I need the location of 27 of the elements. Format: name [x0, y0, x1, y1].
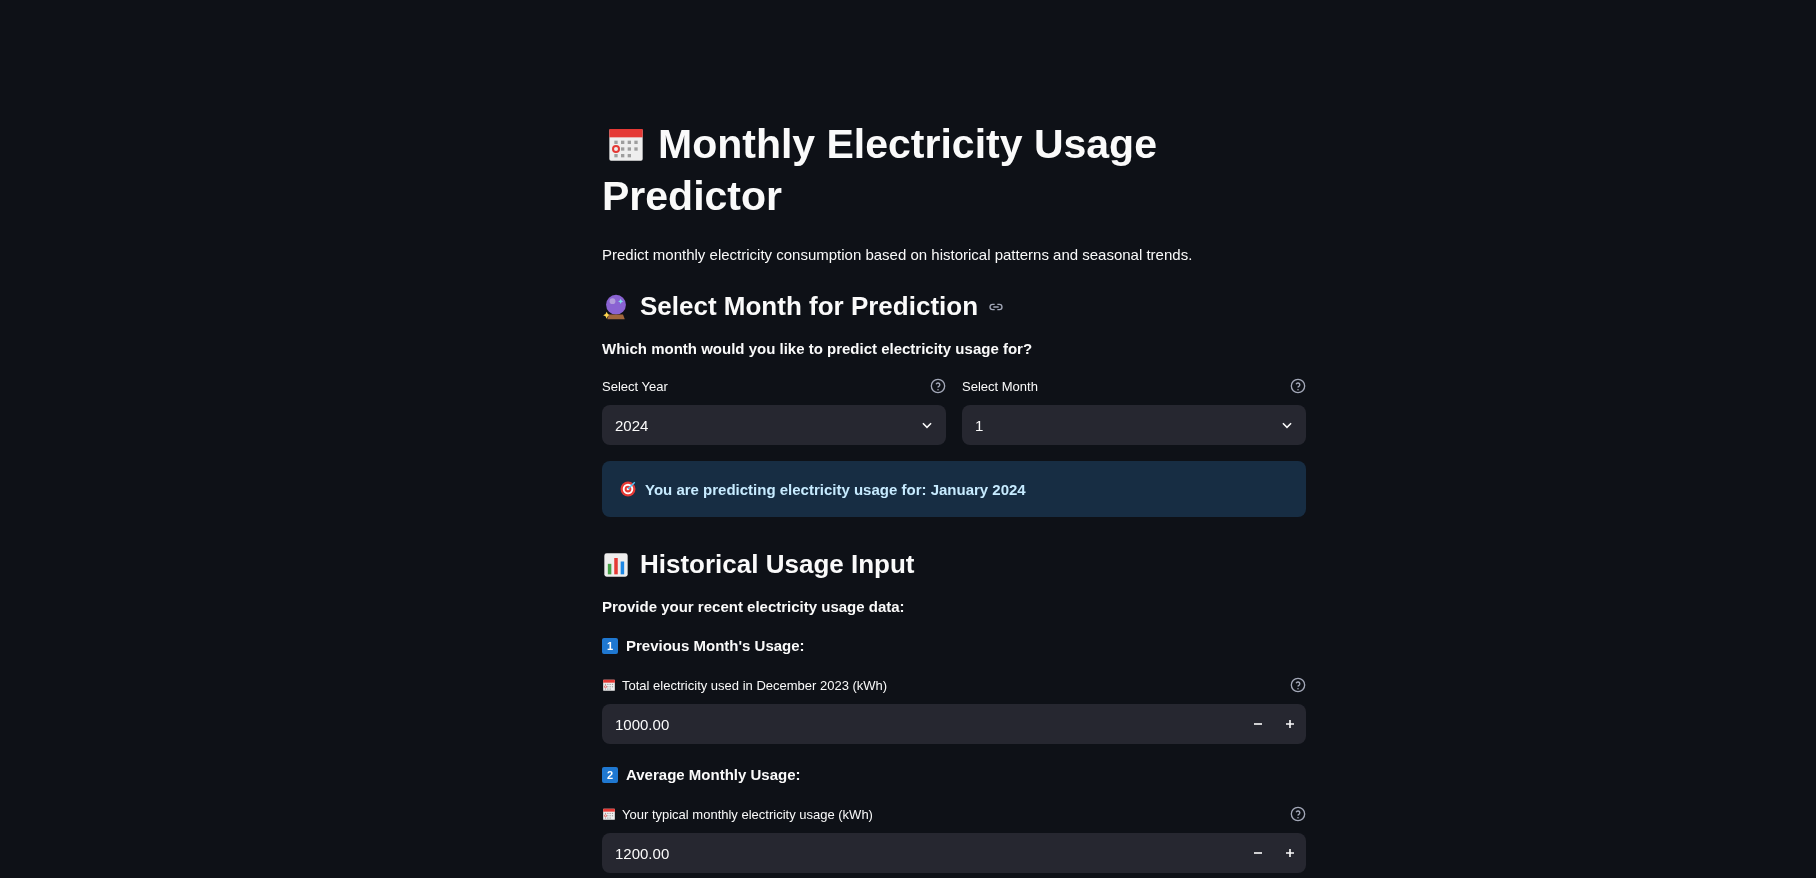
field-label: Select Month: [962, 378, 1038, 394]
calendar-icon: [602, 678, 616, 692]
field-label: Your typical monthly electricity usage (kWh): [622, 806, 873, 822]
target-icon: [619, 480, 637, 498]
help-icon[interactable]: [1290, 677, 1306, 693]
subheading: Previous Month's Usage:: [626, 637, 805, 654]
field-label: Select Year: [602, 378, 668, 394]
bar-chart-icon: [602, 550, 630, 579]
calendar-icon: [602, 807, 616, 821]
plus-icon: [1284, 718, 1296, 730]
info-text: You are predicting electricity usage for: January 2024: [645, 480, 1026, 498]
question-text: Which month would you like to predict electricity usage for?: [602, 340, 1034, 357]
description-text: Predict monthly electricity consumption based on historical patterns and seasonal trends.: [602, 245, 1194, 265]
help-icon[interactable]: [930, 378, 946, 394]
page-title: Monthly Electricity Usage Predictor: [602, 120, 1158, 221]
help-icon[interactable]: [1290, 806, 1306, 822]
section-heading: Select Month for Prediction: [640, 291, 979, 322]
plus-icon: [1284, 847, 1296, 859]
intro-text: Provide your recent electricity usage data:: [602, 598, 906, 615]
dropdown[interactable]: 2024: [602, 405, 946, 445]
number-badge: 2: [602, 766, 618, 783]
field-label: Total electricity used in December 2023 (kWh): [622, 677, 888, 693]
number-badge: 1: [602, 637, 618, 654]
section-heading: Historical Usage Input: [640, 549, 915, 580]
subheading: Average Monthly Usage:: [626, 766, 801, 783]
help-icon[interactable]: [1290, 378, 1306, 394]
dropdown[interactable]: 1: [962, 405, 1306, 445]
